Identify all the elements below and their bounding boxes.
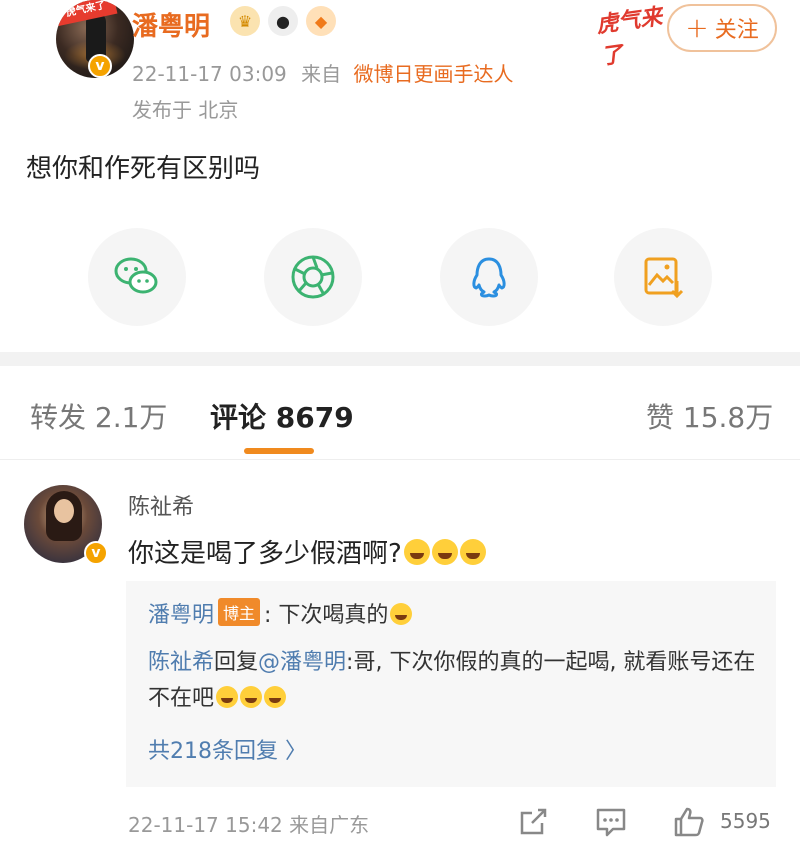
reply-author[interactable]: 陈祉希 <box>148 650 214 675</box>
panda-icon[interactable]: ● <box>268 6 298 36</box>
comment-item: v 陈祉希 你这是喝了多少假酒啊? 潘粤明 博主: 下次喝真的 陈祉希回复@潘粤明… <box>0 461 800 845</box>
reply-mid: 回复 <box>214 650 259 675</box>
reply-item: 陈祉希回复@潘粤明:哥, 下次你假的真的一起喝, 就看账号还在不在吧 <box>148 645 758 717</box>
moments-icon <box>291 255 335 299</box>
share-wechat-button[interactable] <box>88 228 186 326</box>
laugh-emoji-icon <box>459 539 486 565</box>
more-replies-link[interactable]: 共218条回复 〉 <box>148 733 307 765</box>
share-qq-button[interactable] <box>440 228 538 326</box>
share-row <box>88 228 712 326</box>
comment-source: 来自广东 <box>289 813 370 837</box>
share-icon[interactable] <box>516 805 550 839</box>
post-location: 发布于 北京 <box>132 98 239 122</box>
tab-comments[interactable]: 评论 8679 <box>210 396 354 436</box>
follow-label: 关注 <box>714 18 759 43</box>
tab-repost[interactable]: 转发 2.1万 <box>30 396 167 436</box>
comment-timestamp: 22-11-17 15:42 <box>128 813 283 837</box>
like-count: 5595 <box>720 809 771 833</box>
reply-text: : 下次喝真的 <box>264 603 389 628</box>
grin-emoji-icon <box>240 686 263 708</box>
share-save-image-button[interactable] <box>614 228 712 326</box>
post-content: 想你和作死有区别吗 <box>26 154 261 184</box>
wechat-icon <box>114 257 158 294</box>
comment-icon[interactable] <box>594 805 628 839</box>
comment-footer: 22-11-17 15:42 来自广东 5595 <box>0 805 800 845</box>
reply-item: 潘粤明 博主: 下次喝真的 <box>148 597 413 629</box>
host-tag: 博主 <box>218 598 261 626</box>
fish-icon[interactable]: ◆ <box>306 6 336 36</box>
post-timestamp: 22-11-17 03:09 <box>132 62 287 86</box>
author-name[interactable]: 潘粤明 <box>132 6 210 43</box>
post-source-link[interactable]: 微博日更画手达人 <box>354 62 514 86</box>
reply-box[interactable]: 潘粤明 博主: 下次喝真的 陈祉希回复@潘粤明:哥, 下次你假的真的一起喝, 就看… <box>126 581 776 787</box>
tab-likes[interactable]: 赞 15.8万 <box>646 396 773 436</box>
laugh-emoji-icon <box>431 539 458 565</box>
commenter-avatar[interactable]: v <box>24 485 108 567</box>
commenter-name[interactable]: 陈祉希 <box>128 489 194 521</box>
qq-icon <box>472 257 506 298</box>
tab-indicator <box>244 448 314 454</box>
tiger-sticker: 虎气来了 <box>594 4 664 71</box>
laugh-emoji-icon <box>390 603 413 625</box>
like-icon[interactable] <box>672 805 706 839</box>
reply-author[interactable]: 潘粤明 <box>148 603 214 628</box>
reply-mention[interactable]: @潘粤明 <box>258 650 346 675</box>
follow-button[interactable]: + 关注 <box>667 4 777 52</box>
verified-badge-icon: v <box>88 54 112 78</box>
grin-emoji-icon <box>216 686 239 708</box>
verified-badge-icon: v <box>84 541 108 565</box>
post-tabs: 转发 2.1万 评论 8679 赞 15.8万 <box>0 366 800 460</box>
plus-icon: + <box>685 11 709 44</box>
comment-meta: 22-11-17 15:42 来自广东 <box>128 809 369 838</box>
grin-emoji-icon <box>264 686 287 708</box>
crown-icon[interactable]: ♛ <box>230 6 260 36</box>
author-avatar[interactable]: 虎气来了 v <box>28 0 134 82</box>
laugh-emoji-icon <box>403 539 430 565</box>
user-badges: ♛ ● ◆ <box>230 6 336 36</box>
save-image-icon <box>644 257 684 299</box>
from-label: 来自 <box>301 62 342 86</box>
section-divider <box>0 352 800 366</box>
post-meta: 22-11-17 03:09 来自 微博日更画手达人 <box>132 58 514 87</box>
comment-text: 你这是喝了多少假酒啊? <box>128 533 486 570</box>
share-moments-button[interactable] <box>264 228 362 326</box>
post-card: 虎气来了 v 潘粤明 ♛ ● ◆ 虎气来了 + 关注 22-11-17 03:0… <box>0 0 800 352</box>
